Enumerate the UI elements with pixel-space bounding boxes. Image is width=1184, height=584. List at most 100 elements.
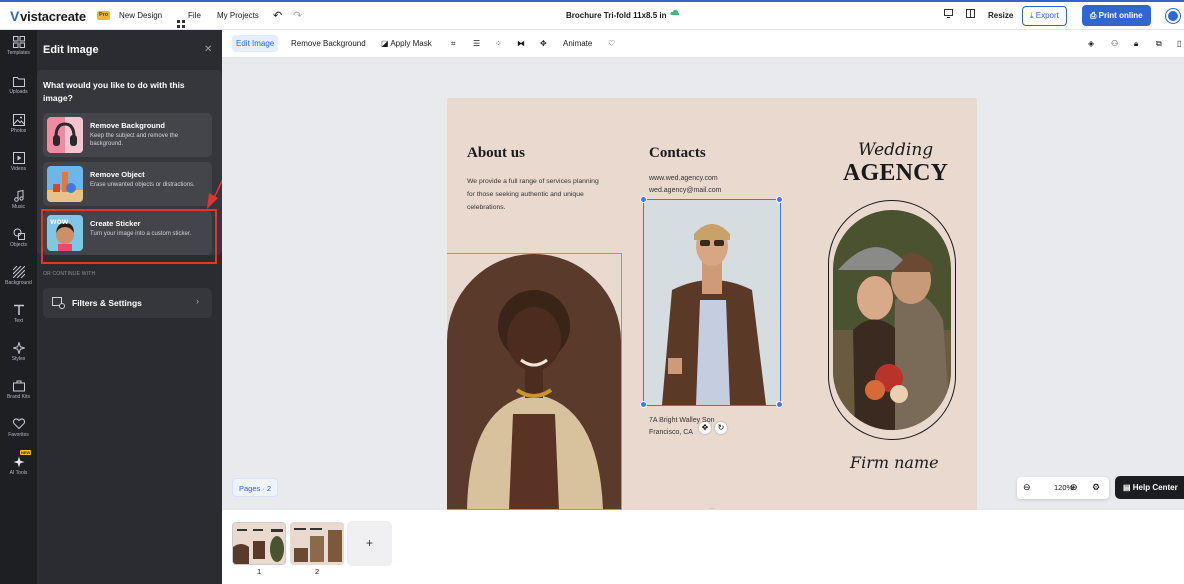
rail-videos[interactable]: Videos [0, 146, 37, 182]
ai-sparkle-icon [13, 456, 24, 468]
resize-button[interactable]: Resize [988, 2, 1013, 30]
resize-handle-bottom-left[interactable] [640, 401, 647, 408]
add-page-button[interactable]: + [347, 521, 392, 566]
option-description: Erase unwanted objects or distractions. [90, 182, 195, 188]
chevron-right-icon: › [196, 296, 199, 306]
music-icon [13, 190, 24, 202]
heart-icon[interactable]: ♡ [608, 38, 615, 50]
option-title: Remove Background [90, 121, 166, 130]
page-thumbnail-1[interactable] [232, 522, 286, 565]
pro-badge: Pro [97, 11, 111, 20]
apply-mask-button[interactable]: ◪ Apply Mask [381, 38, 432, 50]
beach-thumbnail [47, 166, 83, 202]
settings-icon[interactable]: ⚙ [1092, 482, 1100, 493]
panel-title: Edit Image [43, 44, 99, 56]
cloud-saved-icon [670, 2, 680, 30]
rail-brand-kits[interactable]: Brand Kits [0, 374, 37, 410]
page-number: 2 [315, 567, 320, 576]
shapes-icon [13, 228, 25, 240]
page-thumbnail-2[interactable] [290, 522, 344, 565]
agency-heading[interactable]: AGENCY [843, 160, 948, 187]
print-online-button[interactable]: ⎙ Print online [1082, 5, 1151, 26]
effects-icon[interactable]: ⁘ [495, 38, 502, 50]
group-icon[interactable]: ⚇ [1111, 38, 1118, 50]
rail-text[interactable]: Text [0, 298, 37, 334]
position-icon[interactable]: ✥ [540, 38, 547, 50]
duplicate-icon[interactable]: ⧉ [1156, 38, 1162, 50]
printer-icon: ⎙ [1090, 11, 1099, 20]
rail-music[interactable]: Music [0, 184, 37, 220]
rail-ai-tools[interactable]: NEW AI Tools [0, 450, 37, 486]
context-toolbar: Edit Image Remove Background ◪ Apply Mas… [222, 30, 1184, 58]
brochure-page[interactable]: About us We provide a full range of serv… [447, 98, 977, 510]
chat-icon: ▤ [1123, 483, 1133, 492]
text-icon [13, 304, 24, 315]
top-bar: Vvistacreate Pro New Design File My Proj… [0, 0, 1184, 30]
file-label: File [188, 11, 201, 20]
flip-icon[interactable]: ⧓ [517, 38, 525, 50]
briefcase-icon [12, 380, 25, 392]
animate-button[interactable]: Animate [563, 38, 592, 50]
resize-handle-bottom-right[interactable] [776, 401, 783, 408]
resize-handle-top-right[interactable] [776, 196, 783, 203]
filters-icon [52, 297, 65, 309]
filters-settings-button[interactable]: Filters & Settings › [43, 288, 212, 318]
grid-icon [177, 12, 185, 28]
help-center-button[interactable]: ▤ Help Center [1115, 476, 1184, 499]
about-text[interactable]: We provide a full range of services plan… [467, 175, 607, 214]
rail-background[interactable]: Background [0, 260, 37, 296]
remove-background-button[interactable]: Remove Background [291, 38, 366, 50]
zoom-out-icon[interactable]: ⊖ [1023, 482, 1031, 493]
new-badge: NEW [20, 450, 32, 455]
new-design-button[interactable]: New Design [119, 2, 162, 30]
wedding-script-text[interactable]: Wedding [858, 140, 933, 160]
headphones-thumbnail [47, 117, 83, 153]
rotate-icon[interactable]: ↻ [715, 422, 727, 434]
my-projects-button[interactable]: My Projects [217, 2, 259, 30]
rail-favorites[interactable]: Favorites [0, 412, 37, 448]
redo-icon[interactable]: ↷ [293, 2, 302, 30]
folder-icon [12, 77, 25, 87]
couple-photo[interactable] [833, 210, 951, 430]
avatar[interactable] [1166, 9, 1180, 23]
remove-object-option[interactable]: Remove Object Erase unwanted objects or … [43, 162, 212, 206]
undo-icon[interactable]: ↶ [273, 2, 282, 30]
crop-icon[interactable]: ⌗ [451, 38, 456, 50]
layout-icon[interactable] [966, 2, 975, 30]
rail-objects[interactable]: Objects [0, 222, 37, 258]
adjust-icon[interactable]: ☰ [473, 38, 480, 50]
zoom-in-icon[interactable]: ⊕ [1070, 482, 1078, 493]
resize-handle-top-left[interactable] [640, 196, 647, 203]
remove-background-option[interactable]: Remove Background Keep the subject and r… [43, 113, 212, 157]
file-menu[interactable]: File [177, 2, 201, 30]
or-continue-label: OR CONTINUE WITH [43, 271, 96, 277]
firm-name-text[interactable]: Firm name [850, 453, 939, 472]
move-icon[interactable]: ✥ [699, 422, 711, 434]
lock-icon[interactable]: 🔒︎ [1134, 38, 1138, 50]
rail-photos[interactable]: Photos [0, 108, 37, 144]
pages-toggle[interactable]: Pages · 2 [232, 478, 279, 497]
pattern-icon [12, 266, 25, 278]
page-strip: 1 2 + [222, 510, 1184, 584]
about-heading[interactable]: About us [467, 145, 525, 162]
image-icon [12, 114, 25, 126]
export-button[interactable]: ⤓ Export [1022, 6, 1067, 26]
rail-styles[interactable]: Styles [0, 336, 37, 372]
close-icon[interactable]: ✕ [204, 44, 212, 55]
canvas-area: About us We provide a full range of serv… [222, 58, 1184, 512]
left-rail: Templates Uploads Photos Videos Music Ob… [0, 30, 37, 584]
website-text[interactable]: www.wed.agency.com [649, 175, 718, 182]
rail-uploads[interactable]: Uploads [0, 70, 37, 106]
selected-image-frame[interactable] [643, 199, 781, 406]
edit-image-tab[interactable]: Edit Image [232, 35, 279, 52]
vistacreate-logo[interactable]: Vvistacreate [10, 2, 86, 30]
preview-icon[interactable] [944, 2, 953, 30]
contacts-heading[interactable]: Contacts [649, 145, 706, 162]
document-title[interactable]: Brochure Tri-fold 11x8.5 in [566, 2, 666, 30]
email-text[interactable]: wed.agency@mail.com [649, 187, 721, 194]
layers-icon[interactable]: ◈ [1088, 38, 1094, 50]
delete-icon[interactable]: ▯ [1177, 38, 1181, 50]
rail-templates[interactable]: Templates [0, 30, 37, 66]
zoom-control: ⊖ 120% ⊕ ⚙ [1017, 477, 1109, 499]
sparkle-icon [12, 342, 25, 354]
